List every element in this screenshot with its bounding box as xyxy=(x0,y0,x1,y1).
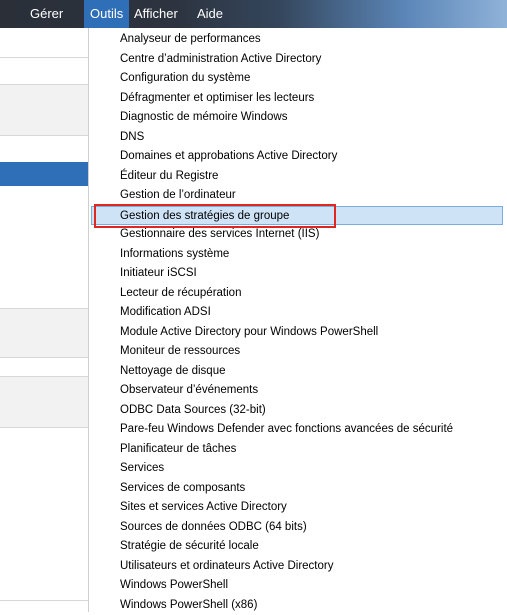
menu-item[interactable]: Défragmenter et optimiser les lecteurs xyxy=(89,89,507,109)
menu-item[interactable]: Planificateur de tâches xyxy=(89,440,507,460)
menu-item[interactable]: Domaines et approbations Active Director… xyxy=(89,147,507,167)
menu-item[interactable]: Pare-feu Windows Defender avec fonctions… xyxy=(89,420,507,440)
menu-item[interactable]: Sites et services Active Directory xyxy=(89,498,507,518)
menu-item[interactable]: Gestionnaire des services Internet (IIS) xyxy=(89,225,507,245)
menu-item[interactable]: Lecteur de récupération xyxy=(89,284,507,304)
background-window-panel xyxy=(0,28,88,612)
menu-item[interactable]: Stratégie de sécurité locale xyxy=(89,537,507,557)
menu-item[interactable]: Observateur d’événements xyxy=(89,381,507,401)
panel-section[interactable] xyxy=(0,84,88,136)
menu-item[interactable]: Nettoyage de disque xyxy=(89,362,507,382)
menu-item[interactable]: Sources de données ODBC (64 bits) xyxy=(89,518,507,538)
menu-item[interactable]: Windows PowerShell xyxy=(89,576,507,596)
menu-outils[interactable]: Outils xyxy=(84,0,129,28)
menu-item[interactable]: Moniteur de ressources xyxy=(89,342,507,362)
menu-aide[interactable]: Aide xyxy=(191,0,229,28)
menu-item[interactable]: ODBC Data Sources (32-bit) xyxy=(89,401,507,421)
menu-item-gestion-strategies-groupe[interactable]: Gestion des stratégies de groupe xyxy=(91,206,503,226)
menu-item[interactable]: Diagnostic de mémoire Windows xyxy=(89,108,507,128)
panel-section[interactable] xyxy=(0,308,88,358)
menu-item[interactable]: Services xyxy=(89,459,507,479)
menu-item[interactable]: Modification ADSI xyxy=(89,303,507,323)
menu-item[interactable]: Centre d’administration Active Directory xyxy=(89,50,507,70)
menu-gerer[interactable]: Gérer xyxy=(24,0,69,28)
menu-item[interactable]: Configuration du système xyxy=(89,69,507,89)
panel-section[interactable] xyxy=(0,376,88,428)
menu-item[interactable]: DNS xyxy=(89,128,507,148)
menu-item[interactable]: Gestion de l’ordinateur xyxy=(89,186,507,206)
menu-item[interactable]: Éditeur du Registre xyxy=(89,167,507,187)
panel-divider xyxy=(0,57,88,58)
menu-item[interactable]: Services de composants xyxy=(89,479,507,499)
menu-bar: Gérer Outils Afficher Aide xyxy=(0,0,507,28)
menu-item[interactable]: Module Active Directory pour Windows Pow… xyxy=(89,323,507,343)
panel-divider xyxy=(0,600,88,601)
menu-afficher[interactable]: Afficher xyxy=(128,0,184,28)
menu-item[interactable]: Initiateur iSCSI xyxy=(89,264,507,284)
panel-selected-item[interactable] xyxy=(0,162,88,186)
menu-item[interactable]: Analyseur de performances xyxy=(89,30,507,50)
menu-item[interactable]: Informations système xyxy=(89,245,507,265)
menu-item[interactable]: Utilisateurs et ordinateurs Active Direc… xyxy=(89,557,507,577)
tools-dropdown-menu: Analyseur de performancesCentre d’admini… xyxy=(88,28,507,612)
menu-item[interactable]: Windows PowerShell (x86) xyxy=(89,596,507,615)
